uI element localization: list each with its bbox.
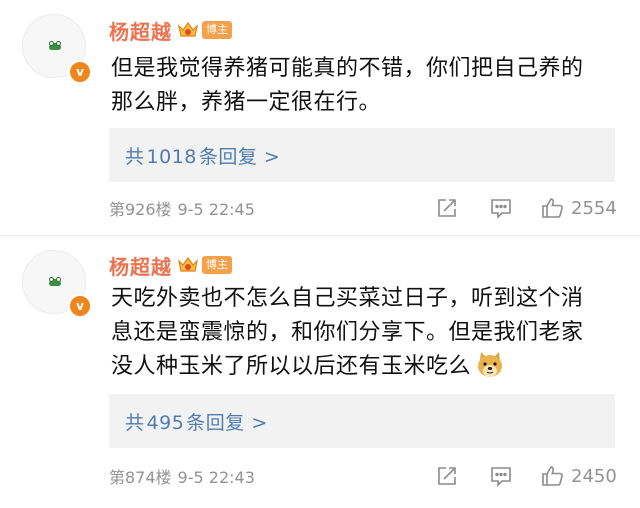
comment-text: 天吃外卖也不怎么自己买菜过日子，听到这个消 息还是蛮震惊的，和你们分享下。但是我…	[111, 282, 631, 384]
comment-text-line: 但是我觉得养猪可能真的不错，你们把自己养的	[111, 56, 584, 81]
comment-text-line: 天吃外卖也不怎么自己买菜过日子，听到这个消	[111, 286, 584, 311]
reply-suffix: 条回复 >	[198, 145, 281, 168]
doge-emoji-icon	[478, 352, 503, 377]
comment-text-line: 没人种玉米了所以以后还有玉米吃么	[111, 354, 472, 379]
reply-prefix: 共	[125, 145, 145, 168]
host-tag: 博主	[202, 256, 232, 274]
replies-link-label: 共 1018 条回复 >	[125, 142, 280, 169]
comment-icon[interactable]	[489, 464, 513, 488]
actions: 2554	[435, 193, 617, 223]
author-row: 杨超越 博主	[109, 15, 232, 45]
replies-link-label: 共 495 条回复 >	[125, 408, 268, 435]
like-count: 2554	[571, 197, 617, 219]
frog-avatar-icon	[49, 277, 61, 286]
timestamp: 9-5 22:43	[177, 468, 255, 487]
reply-prefix: 共	[125, 411, 145, 434]
share-icon[interactable]	[435, 196, 459, 220]
crown-icon	[178, 21, 198, 37]
comment-text-line-last: 没人种玉米了所以以后还有玉米吃么	[111, 350, 631, 384]
share-icon[interactable]	[435, 464, 459, 488]
floor-number: 第926楼	[109, 200, 172, 219]
replies-link[interactable]: 共 1018 条回复 >	[109, 128, 615, 182]
replies-link[interactable]: 共 495 条回复 >	[109, 394, 615, 448]
reply-count: 1018	[146, 145, 197, 168]
reply-count: 495	[146, 411, 185, 434]
host-tag: 博主	[202, 21, 232, 39]
like-count: 2450	[571, 465, 617, 487]
crown-icon	[178, 256, 198, 272]
username[interactable]: 杨超越	[109, 16, 172, 45]
verified-badge-icon: v	[68, 294, 92, 318]
meta-text: 第874楼 9-5 22:43	[109, 464, 255, 488]
comment-text-line: 那么胖，养猪一定很在行。	[111, 90, 382, 115]
comment-icon[interactable]	[489, 196, 513, 220]
comment-item: v 杨超越 博主 但是我觉得养猪可能真的不错，你们把自己养的 那么胖，养猪一定很…	[0, 0, 640, 236]
frog-avatar-icon	[49, 41, 61, 50]
timestamp: 9-5 22:45	[177, 200, 255, 219]
username[interactable]: 杨超越	[109, 251, 172, 280]
reply-suffix: 条回复 >	[186, 411, 268, 434]
thumbs-up-icon[interactable]	[541, 464, 565, 488]
comment-text-line: 息还是蛮震惊的，和你们分享下。但是我们老家	[111, 320, 584, 345]
actions: 2450	[435, 461, 617, 491]
thumbs-up-icon[interactable]	[541, 196, 565, 220]
author-row: 杨超越 博主	[109, 250, 232, 280]
comment-meta: 第874楼 9-5 22:43 2450	[109, 461, 629, 491]
floor-number: 第874楼	[109, 468, 172, 487]
verified-badge-icon: v	[68, 60, 92, 84]
comment-meta: 第926楼 9-5 22:45 2554	[109, 193, 629, 223]
meta-text: 第926楼 9-5 22:45	[109, 196, 255, 220]
comment-item: v 杨超越 博主 天吃外卖也不怎么自己买菜过日子，听到这个消 息还是蛮震惊的，和…	[0, 236, 640, 508]
comment-text: 但是我觉得养猪可能真的不错，你们把自己养的 那么胖，养猪一定很在行。	[111, 52, 631, 120]
